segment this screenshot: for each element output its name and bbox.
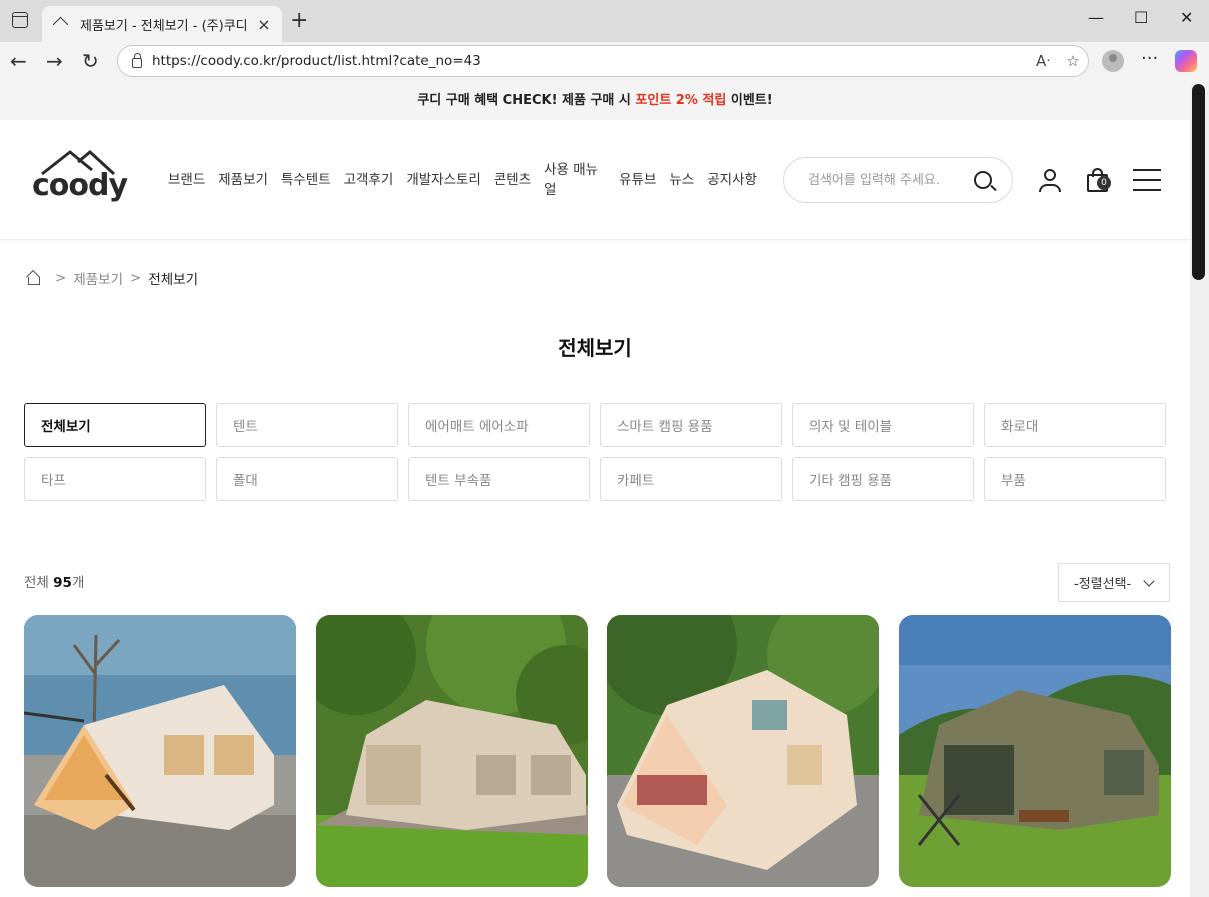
product-card-image[interactable] <box>899 615 1171 887</box>
nav-item-manual[interactable]: 사용 매뉴얼 <box>544 160 606 200</box>
category-carpet[interactable]: 카페트 <box>600 457 782 501</box>
product-card-image[interactable] <box>607 615 879 887</box>
address-row: ← → ↻ https://coody.co.kr/product/list.h… <box>0 42 1209 82</box>
forward-icon[interactable]: → <box>46 50 63 72</box>
product-grid <box>24 615 1171 887</box>
breadcrumb-separator: > <box>55 270 67 286</box>
browser-tab[interactable]: 제품보기 - 전체보기 - (주)쿠디 × <box>42 6 282 42</box>
nav-item-news[interactable]: 뉴스 <box>669 170 694 190</box>
url-text[interactable]: https://coody.co.kr/product/list.html?ca… <box>152 53 1028 69</box>
coody-logo[interactable]: coody <box>32 150 128 210</box>
cart-count-badge: 0 <box>1097 176 1111 190</box>
hamburger-menu-icon[interactable] <box>1133 169 1161 191</box>
minimize-icon[interactable]: — <box>1088 8 1104 27</box>
product-count-value: 95 <box>53 575 72 591</box>
address-bar[interactable]: https://coody.co.kr/product/list.html?ca… <box>117 45 1089 77</box>
search-box[interactable] <box>783 157 1013 203</box>
category-tent-accessories[interactable]: 텐트 부속품 <box>408 457 590 501</box>
category-pole[interactable]: 폴대 <box>216 457 398 501</box>
nav-item-developer-story[interactable]: 개발자스토리 <box>406 170 481 190</box>
nav-item-notice[interactable]: 공지사항 <box>707 170 757 190</box>
refresh-icon[interactable]: ↻ <box>82 50 99 72</box>
nav-item-special-tents[interactable]: 특수텐트 <box>281 170 331 190</box>
site-favicon-icon <box>52 18 72 30</box>
lock-icon[interactable] <box>132 53 142 68</box>
category-tarp[interactable]: 타프 <box>24 457 206 501</box>
category-airmat-sofa[interactable]: 에어매트 에어소파 <box>408 403 590 447</box>
tent-photo <box>607 615 879 887</box>
sort-selected-value: -정렬선택- <box>1074 577 1132 592</box>
breadcrumb: > 제품보기 > 전체보기 <box>26 268 198 288</box>
search-input[interactable] <box>808 172 974 188</box>
maximize-icon[interactable]: ☐ <box>1134 8 1148 27</box>
promo-banner[interactable]: 쿠디 구매 혜택 CHECK! 제품 구매 시 포인트 2% 적립 이벤트! <box>0 82 1190 120</box>
home-icon[interactable] <box>26 271 40 285</box>
category-parts[interactable]: 부품 <box>984 457 1166 501</box>
back-icon[interactable]: ← <box>10 50 27 72</box>
tab-bar: 제품보기 - 전체보기 - (주)쿠디 × + — ☐ ✕ <box>0 0 1209 42</box>
promo-text-end: 이벤트! <box>726 93 773 108</box>
nav-item-reviews[interactable]: 고객후기 <box>344 170 394 190</box>
new-tab-icon[interactable]: + <box>290 9 308 33</box>
category-tent[interactable]: 텐트 <box>216 403 398 447</box>
breadcrumb-current[interactable]: 전체보기 <box>148 268 198 288</box>
product-card-image[interactable] <box>24 615 296 887</box>
browser-chrome: 제품보기 - 전체보기 - (주)쿠디 × + — ☐ ✕ ← → ↻ http… <box>0 0 1209 82</box>
copilot-icon[interactable] <box>1175 50 1197 72</box>
tent-photo <box>316 615 588 887</box>
promo-highlight: 포인트 2% 적립 <box>635 93 727 108</box>
page-viewport: 쿠디 구매 혜택 CHECK! 제품 구매 시 포인트 2% 적립 이벤트! c… <box>0 82 1190 897</box>
tab-title: 제품보기 - 전체보기 - (주)쿠디 <box>80 18 248 34</box>
category-smart-camping[interactable]: 스마트 캠핑 용품 <box>600 403 782 447</box>
tab-actions-icon[interactable] <box>12 12 28 28</box>
category-other-camping[interactable]: 기타 캠핑 용품 <box>792 457 974 501</box>
close-window-icon[interactable]: ✕ <box>1180 8 1193 27</box>
cart-icon[interactable]: 0 <box>1086 166 1112 194</box>
close-tab-icon[interactable]: × <box>256 15 272 34</box>
breadcrumb-parent[interactable]: 제품보기 <box>73 268 123 288</box>
nav-item-contents[interactable]: 콘텐츠 <box>494 170 531 190</box>
nav-item-brand[interactable]: 브랜드 <box>168 170 205 190</box>
category-fire-pit[interactable]: 화로대 <box>984 403 1166 447</box>
category-filter-grid: 전체보기 텐트 에어매트 에어소파 스마트 캠핑 용품 의자 및 테이블 화로대… <box>24 403 1166 501</box>
favorite-star-icon[interactable]: ☆ <box>1058 52 1088 70</box>
promo-text-start: 쿠디 구매 혜택 CHECK! 제품 구매 시 <box>417 93 636 108</box>
category-chair-table[interactable]: 의자 및 테이블 <box>792 403 974 447</box>
main-nav: 브랜드 제품보기 특수텐트 고객후기 개발자스토리 콘텐츠 사용 매뉴얼 유튜브… <box>168 120 770 240</box>
tent-photo <box>24 615 296 887</box>
category-all[interactable]: 전체보기 <box>24 403 206 447</box>
product-count-label: 전체 <box>24 575 49 591</box>
search-icon[interactable] <box>974 171 992 189</box>
more-menu-icon[interactable]: ··· <box>1141 48 1158 69</box>
user-icon[interactable] <box>1038 168 1062 192</box>
tent-photo <box>899 615 1171 887</box>
product-count-unit: 개 <box>71 575 85 591</box>
product-card-image[interactable] <box>316 615 588 887</box>
chevron-down-icon <box>1143 575 1155 587</box>
scrollbar-thumb[interactable] <box>1192 84 1205 280</box>
breadcrumb-separator: > <box>130 270 142 286</box>
product-count: 전체 95개 <box>24 571 84 591</box>
profile-avatar-icon[interactable] <box>1102 50 1124 72</box>
read-aloud-icon[interactable]: Aᐧ <box>1028 52 1058 70</box>
logo-wordmark: coody <box>32 168 128 203</box>
nav-item-products[interactable]: 제품보기 <box>218 170 268 190</box>
nav-item-youtube[interactable]: 유튜브 <box>619 170 656 190</box>
sort-select[interactable]: -정렬선택- <box>1058 563 1170 602</box>
page-title: 전체보기 <box>558 336 632 360</box>
site-header: coody 브랜드 제품보기 특수텐트 고객후기 개발자스토리 콘텐츠 사용 매… <box>0 120 1190 240</box>
